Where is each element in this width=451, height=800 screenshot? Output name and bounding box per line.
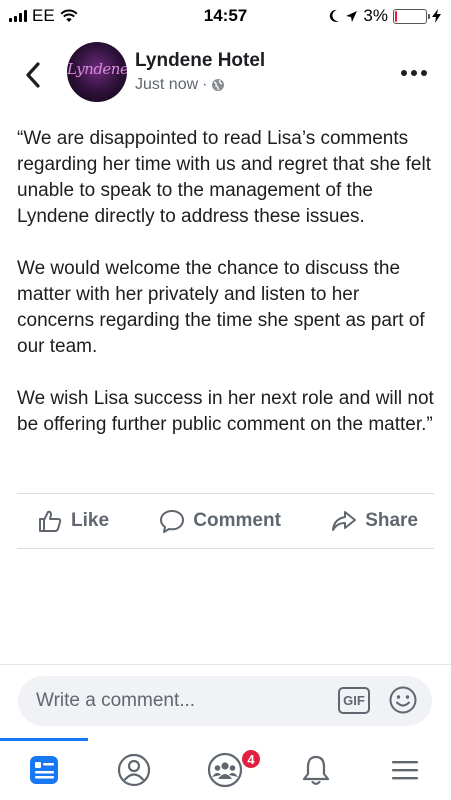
- share-icon: [332, 511, 357, 531]
- notifications-badge: 4: [240, 748, 262, 770]
- post-meta: Just now ·: [135, 76, 225, 94]
- bell-icon: [302, 755, 330, 785]
- more-options-button[interactable]: [401, 66, 429, 80]
- more-icon-dot: [421, 70, 427, 76]
- more-icon: [401, 70, 407, 76]
- bottom-tab-bar: 4: [0, 740, 451, 800]
- tab-notifications[interactable]: [296, 750, 336, 790]
- globe-icon: [212, 79, 225, 91]
- avatar-logo-text: Lyndene: [67, 60, 127, 78]
- page-avatar[interactable]: Lyndene: [67, 42, 127, 102]
- battery-icon: [393, 8, 430, 24]
- emoji-icon[interactable]: [388, 685, 418, 715]
- news-feed-icon: [30, 756, 58, 784]
- page-name[interactable]: Lyndene Hotel: [135, 50, 265, 72]
- tab-news-feed[interactable]: [24, 750, 64, 790]
- post-time[interactable]: Just now: [135, 76, 198, 94]
- location-icon: [346, 10, 358, 22]
- comment-button[interactable]: Comment: [159, 508, 281, 534]
- tab-menu[interactable]: [385, 750, 425, 790]
- status-right: 3%: [328, 6, 441, 26]
- meta-separator: ·: [202, 76, 208, 93]
- battery-percent: 3%: [363, 6, 388, 25]
- status-bar: EE 14:57 3%: [0, 0, 451, 30]
- share-label: Share: [365, 510, 418, 531]
- like-icon: [39, 510, 62, 532]
- moon-icon: [330, 9, 340, 22]
- post-body: “We are disappointed to read Lisa’s comm…: [17, 126, 437, 464]
- like-button[interactable]: Like: [37, 508, 109, 534]
- charging-icon: [432, 9, 441, 23]
- post-paragraph: We wish Lisa success in her next role an…: [17, 388, 434, 435]
- comment-label: Comment: [193, 510, 281, 531]
- comment-input[interactable]: Write a comment...: [36, 690, 195, 712]
- more-icon-dot: [411, 70, 417, 76]
- tab-profile[interactable]: [114, 750, 154, 790]
- composer-divider: [0, 664, 451, 665]
- post-actions: Like Comment Share: [17, 494, 434, 548]
- battery-level: [395, 10, 397, 22]
- gif-button[interactable]: GIF: [338, 687, 370, 714]
- tab-groups[interactable]: [205, 750, 245, 790]
- post-paragraph: “We are disappointed to read Lisa’s comm…: [17, 128, 432, 227]
- back-button[interactable]: [18, 58, 48, 92]
- share-button[interactable]: Share: [331, 508, 418, 534]
- comment-icon: [160, 510, 185, 533]
- menu-icon: [392, 761, 418, 780]
- like-label: Like: [71, 510, 110, 531]
- back-icon: [26, 62, 40, 88]
- profile-icon: [117, 753, 151, 787]
- post-paragraph: We would welcome the chance to discuss t…: [17, 258, 425, 357]
- divider: [17, 548, 434, 549]
- groups-icon: [207, 752, 243, 788]
- comment-composer[interactable]: Write a comment... GIF: [18, 676, 432, 726]
